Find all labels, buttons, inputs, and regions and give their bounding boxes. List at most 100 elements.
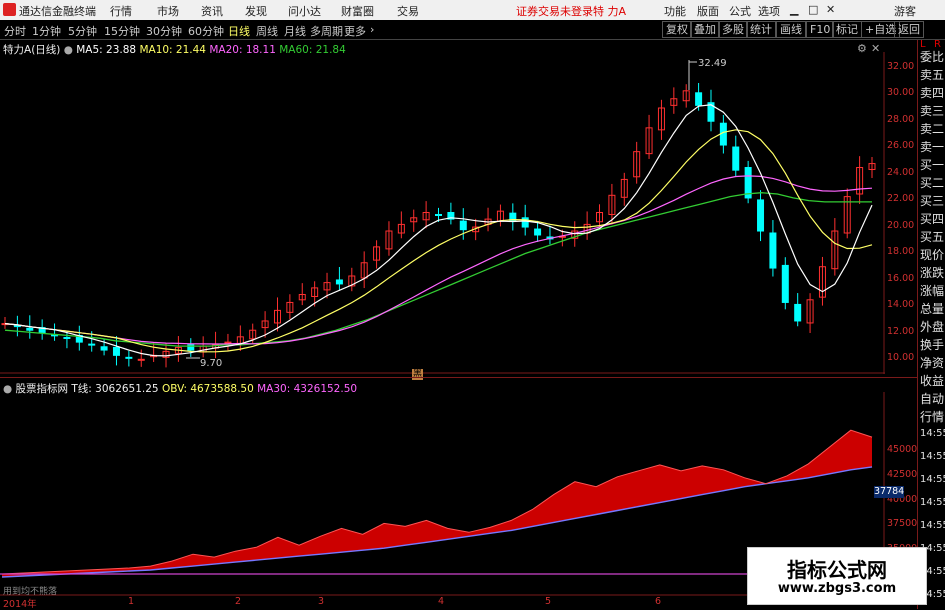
quote-field-label[interactable]: 卖三	[920, 102, 944, 119]
menu-item-ask[interactable]: 问小达	[288, 3, 321, 19]
period-tab-1min[interactable]: 1分钟	[32, 23, 61, 39]
date-tick-label: 5	[545, 596, 552, 607]
quote-field-label[interactable]: 买三	[920, 192, 944, 209]
quote-field-label[interactable]: 净资	[920, 354, 944, 371]
mark-button[interactable]: 标记	[832, 21, 862, 38]
price-tick-label: 24.00	[887, 166, 915, 178]
candle-body	[521, 217, 529, 228]
multi-stock-button[interactable]: 多股	[718, 21, 748, 38]
candle-body	[137, 358, 145, 361]
period-tab-more[interactable]: 更多	[344, 23, 366, 39]
indicator-tick-label: 42500	[887, 468, 918, 480]
candle-body	[459, 220, 467, 231]
candle-body	[26, 327, 34, 331]
period-tab-30min[interactable]: 30分钟	[146, 23, 182, 39]
panel-divider	[0, 377, 917, 378]
quote-field-label[interactable]: 换手	[920, 336, 944, 353]
date-tick-label: 2	[235, 596, 242, 607]
overlay-button[interactable]: 叠加	[690, 21, 720, 38]
menu-item-wealth[interactable]: 财富圈	[341, 3, 374, 19]
low-label: 9.70	[200, 358, 222, 369]
candle-body	[88, 343, 96, 346]
period-tab-daily[interactable]: 日线	[228, 23, 250, 39]
guest-label[interactable]: 游客	[894, 3, 916, 19]
date-tick-label: 2014年	[3, 599, 37, 610]
price-tick-label: 22.00	[887, 193, 915, 205]
period-tab-timeshare[interactable]: 分时	[4, 23, 26, 39]
candle-body	[335, 279, 343, 285]
app-title: 通达信金融终端	[19, 5, 96, 18]
quote-field-label[interactable]: 买二	[920, 174, 944, 191]
date-tick-label: 3	[318, 596, 325, 607]
event-marker[interactable]: 黑	[412, 369, 423, 380]
maximize-icon[interactable]: □	[808, 3, 818, 16]
axis-value-box: 37784	[874, 486, 905, 498]
period-tab-multi[interactable]: 多周期	[310, 23, 343, 39]
period-tab-60min[interactable]: 60分钟	[188, 23, 224, 39]
ma10-line	[4, 129, 873, 353]
price-tick-label: 10.00	[887, 352, 915, 363]
menu-item-discover[interactable]: 发现	[245, 3, 267, 19]
menu-item-options[interactable]: 选项	[758, 3, 780, 19]
price-tick-label: 20.00	[887, 219, 915, 231]
quote-field-label[interactable]: 卖二	[920, 120, 944, 137]
menu-item-news[interactable]: 资讯	[201, 3, 223, 19]
menu-item-trade[interactable]: 交易	[397, 3, 419, 19]
quote-field-label[interactable]: 现价	[920, 246, 944, 263]
login-status[interactable]: 证券交易未登录	[516, 3, 593, 19]
date-tick-label: 1	[128, 596, 135, 607]
candle-body	[112, 346, 120, 356]
candle-body	[794, 303, 802, 322]
price-chart[interactable]: 32.49 9.70	[0, 52, 885, 374]
menu-item-function[interactable]: 功能	[664, 3, 686, 19]
menu-item-market[interactable]: 市场	[157, 3, 179, 19]
quote-field-label[interactable]: 收益	[920, 372, 944, 389]
obv-line	[1, 429, 873, 575]
quote-field-label[interactable]: 买四	[920, 210, 944, 227]
quote-field-label[interactable]: 卖一	[920, 138, 944, 155]
quote-field-label[interactable]: 委比	[920, 48, 944, 65]
minimize-icon[interactable]: ▁	[790, 3, 798, 16]
quote-field-label[interactable]: 卖五	[920, 66, 944, 83]
tick-time: 14:55	[920, 428, 945, 439]
high-label: 32.49	[698, 58, 727, 69]
stock-title: 特 力A	[593, 5, 627, 18]
date-tick-label: 4	[438, 596, 445, 607]
price-tick-label: 28.00	[887, 113, 915, 125]
ma5-line	[4, 104, 873, 357]
more-chevron-icon[interactable]: ›	[370, 23, 374, 36]
candle-body	[224, 341, 232, 344]
quote-field-label[interactable]: 涨跌	[920, 264, 944, 281]
quote-field-label[interactable]: 外盘	[920, 318, 944, 335]
stats-button[interactable]: 统计	[746, 21, 776, 38]
menu-item-layout[interactable]: 版面	[697, 3, 719, 19]
candle-body	[63, 336, 71, 339]
quote-field-label[interactable]: 总量	[920, 300, 944, 317]
price-tick-label: 30.00	[887, 87, 915, 99]
price-axis: 32.00 30.00 28.00 26.00 24.00 22.00 20.00 18.00…	[886, 52, 917, 374]
tick-time: 14:55	[920, 520, 945, 531]
price-tick-label: 12.00	[887, 325, 915, 337]
period-tab-15min[interactable]: 15分钟	[104, 23, 140, 39]
quote-field-label[interactable]: 买一	[920, 156, 944, 173]
adjust-button[interactable]: 复权	[662, 21, 692, 38]
candle-body	[781, 264, 789, 303]
candle-body	[769, 232, 777, 269]
watermark-url: www.zbgs3.com	[777, 581, 897, 596]
menu-item-quotes[interactable]: 行情	[110, 3, 132, 19]
quote-field-label[interactable]: 行情	[920, 408, 944, 425]
close-icon[interactable]: ✕	[826, 3, 835, 16]
f10-button[interactable]: F10	[806, 21, 835, 38]
draw-button[interactable]: 画线	[776, 21, 806, 38]
quote-field-label[interactable]: 涨幅	[920, 282, 944, 299]
candle-body	[757, 199, 765, 232]
period-tab-monthly[interactable]: 月线	[284, 23, 306, 39]
back-button[interactable]: 返回	[894, 21, 924, 38]
quote-field-label[interactable]: 自动	[920, 390, 944, 407]
menu-item-formula[interactable]: 公式	[729, 3, 751, 19]
period-tab-5min[interactable]: 5分钟	[68, 23, 97, 39]
quote-side-panel: L R 委比 卖五 卖四 卖三 卖二 卖一 买一 买二 买三 买四 买五 现价 涨跌 涨幅 总量 外盘 换手 净资…	[917, 39, 945, 609]
quote-field-label[interactable]: 买五	[920, 228, 944, 245]
quote-field-label[interactable]: 卖四	[920, 84, 944, 101]
period-tab-weekly[interactable]: 周线	[256, 23, 278, 39]
